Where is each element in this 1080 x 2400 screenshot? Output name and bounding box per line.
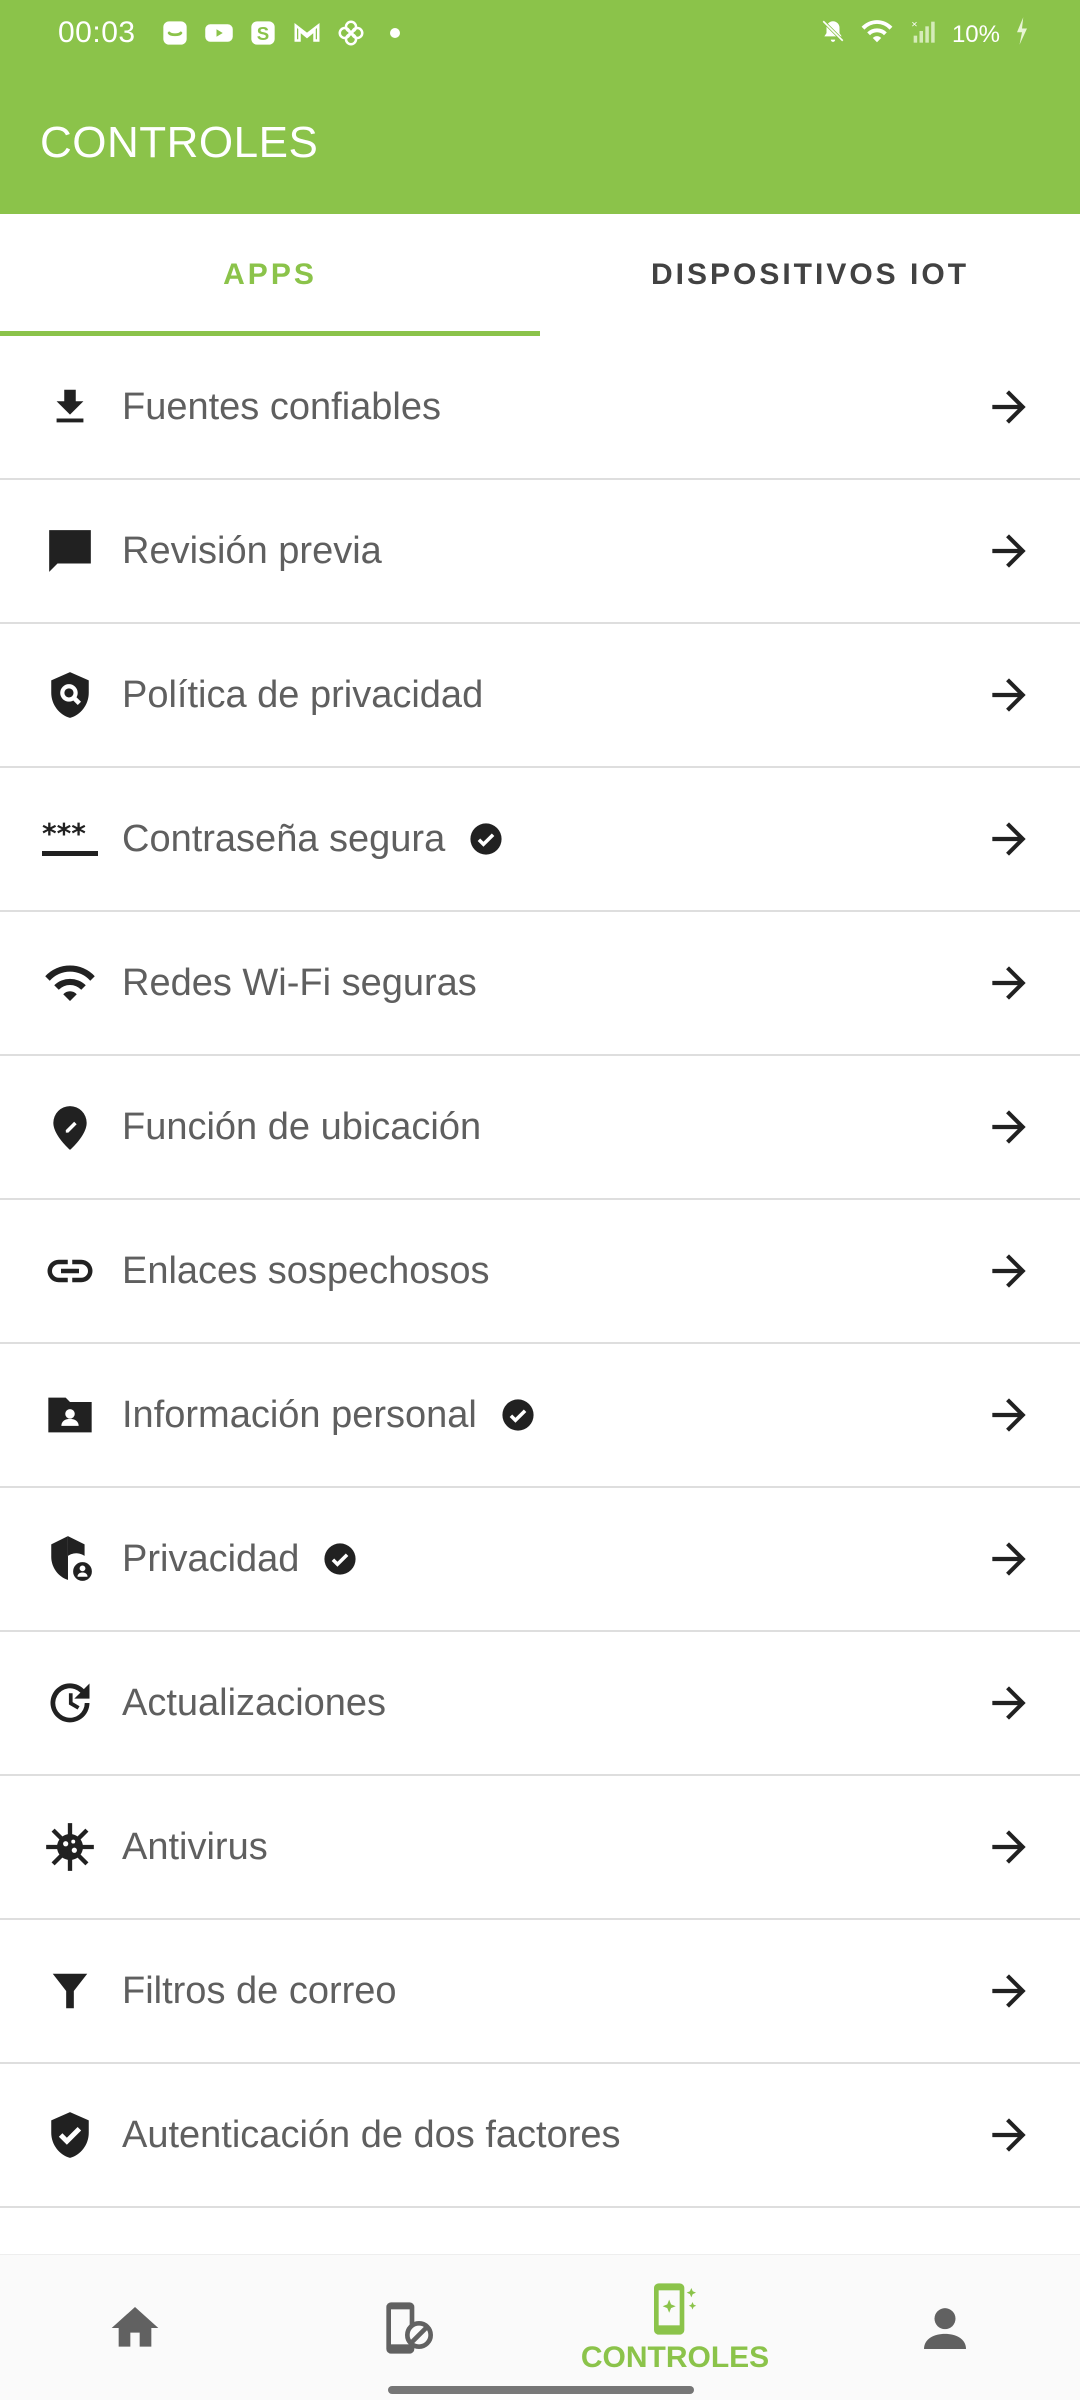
wifi-icon xyxy=(42,955,98,1011)
youtube-icon xyxy=(204,18,234,48)
arrow-right-icon xyxy=(992,966,1026,1000)
check-circle-icon xyxy=(502,1399,534,1431)
tab-iot-devices[interactable]: DISPOSITIVOS IOT xyxy=(540,214,1080,336)
list-item-privacidad[interactable]: Privacidad xyxy=(0,1488,1080,1632)
list-item-label: Autenticación de dos factores xyxy=(122,2113,621,2156)
arrow-right-icon xyxy=(992,1830,1026,1864)
update-icon xyxy=(42,1675,98,1731)
nav-home[interactable] xyxy=(90,2255,180,2400)
list-item-label: Política de privacidad xyxy=(122,673,484,716)
download-icon xyxy=(42,379,98,435)
list-item-antivirus[interactable]: Antivirus xyxy=(0,1776,1080,1920)
check-circle-icon xyxy=(324,1543,357,1575)
battery-percent: 10% xyxy=(951,20,1000,48)
list-item-label: Filtros de correo xyxy=(122,1969,397,2012)
list-item-label: Redes Wi-Fi seguras xyxy=(122,961,477,1004)
mute-bell-icon xyxy=(820,18,846,51)
app-header: 00:03 S × 10% CONTROLES xyxy=(0,0,1080,214)
svg-text:***: *** xyxy=(42,819,86,850)
arrow-right-icon xyxy=(992,534,1026,568)
controls-icon xyxy=(654,2283,697,2335)
nav-controles-label: CONTROLES xyxy=(580,2341,770,2374)
folder-person-icon xyxy=(42,1387,98,1443)
person-icon xyxy=(924,2308,966,2349)
list-item-label: Privacidad xyxy=(122,1538,357,1581)
filter-icon xyxy=(42,1963,98,2019)
shield-search-icon xyxy=(42,667,98,723)
nav-controles[interactable]: CONTROLES xyxy=(560,2255,790,2400)
arrow-right-icon xyxy=(992,1686,1026,1720)
list-item-label: Actualizaciones xyxy=(122,1681,387,1724)
list-item-redes-wifi[interactable]: Redes Wi-Fi seguras xyxy=(0,912,1080,1056)
status-time: 00:03 xyxy=(58,16,136,49)
battery-icon xyxy=(1014,16,1030,53)
arrow-right-icon xyxy=(992,1110,1026,1144)
list-item-autenticacion-dos-factores[interactable]: Autenticación de dos factores xyxy=(0,2064,1080,2208)
list-item-informacion-personal[interactable]: Información personal xyxy=(0,1344,1080,1488)
arrow-right-icon xyxy=(992,2118,1026,2152)
arrow-right-icon xyxy=(992,1542,1026,1576)
list-item-label: Fuentes confiables xyxy=(122,385,441,428)
shield-person-icon xyxy=(42,1531,98,1587)
list-item-funcion-ubicacion[interactable]: Función de ubicación xyxy=(0,1056,1080,1200)
check-circle-icon xyxy=(470,823,502,855)
nav-profile[interactable] xyxy=(900,2255,990,2400)
list-item-text: Información personal xyxy=(122,1393,477,1436)
list-item-revision-previa[interactable]: Revisión previa xyxy=(0,480,1080,624)
arrow-right-icon xyxy=(992,1398,1026,1432)
pinwheel-icon xyxy=(336,18,366,48)
status-bar: 00:03 S × 10% xyxy=(0,0,1080,70)
arrow-right-icon xyxy=(992,1254,1026,1288)
home-icon xyxy=(111,2307,159,2347)
list-item-filtros-correo[interactable]: Filtros de correo xyxy=(0,1920,1080,2064)
arrow-right-icon xyxy=(992,390,1026,424)
arrow-right-icon xyxy=(992,1974,1026,2008)
system-icons: × 10% xyxy=(820,16,1030,53)
gmail-icon xyxy=(292,18,322,48)
arrow-right-icon xyxy=(992,678,1026,712)
nav-devices[interactable] xyxy=(360,2255,450,2400)
notification-icon xyxy=(160,18,190,48)
list-item-text: Privacidad xyxy=(122,1537,300,1580)
list-item-enlaces-sospechosos[interactable]: Enlaces sospechosos xyxy=(0,1200,1080,1344)
device-block-icon xyxy=(386,2302,433,2354)
list-item-label: Contraseña segura xyxy=(122,818,503,861)
wifi-icon xyxy=(860,17,894,52)
notification-icons: S xyxy=(160,18,410,48)
list-item-label: Revisión previa xyxy=(122,529,382,572)
list-item-text: Contraseña segura xyxy=(122,817,446,860)
list-item-politica-privacidad[interactable]: Política de privacidad xyxy=(0,624,1080,768)
arrow-right-icon xyxy=(992,822,1026,856)
list-item-fuentes-confiables[interactable]: Fuentes confiables xyxy=(0,336,1080,480)
no-signal-icon: × xyxy=(908,17,938,52)
svg-text:×: × xyxy=(911,19,917,31)
dot-icon xyxy=(380,18,410,48)
virus-icon xyxy=(42,1819,98,1875)
list-item-label: Función de ubicación xyxy=(122,1105,482,1148)
svg-text:S: S xyxy=(257,23,269,44)
home-indicator[interactable] xyxy=(388,2386,694,2394)
controls-list: Fuentes confiables Revisión previa Polít… xyxy=(0,336,1080,2208)
list-item-label: Antivirus xyxy=(122,1825,268,1868)
link-icon xyxy=(42,1243,98,1299)
location-edit-icon xyxy=(42,1099,98,1155)
verified-shield-icon xyxy=(42,2107,98,2163)
password-icon: *** xyxy=(42,811,98,867)
tab-bar: APPS DISPOSITIVOS IOT xyxy=(0,214,1080,336)
list-item-actualizaciones[interactable]: Actualizaciones xyxy=(0,1632,1080,1776)
list-item-contrasena-segura[interactable]: *** Contraseña segura xyxy=(0,768,1080,912)
list-item-label: Enlaces sospechosos xyxy=(122,1249,490,1292)
s-app-icon: S xyxy=(248,18,278,48)
list-item-label: Información personal xyxy=(122,1394,535,1437)
chat-bubble-icon xyxy=(42,523,98,579)
tab-apps[interactable]: APPS xyxy=(0,214,540,336)
page-title: CONTROLES xyxy=(40,118,319,167)
bottom-navigation: CONTROLES xyxy=(0,2254,1080,2400)
